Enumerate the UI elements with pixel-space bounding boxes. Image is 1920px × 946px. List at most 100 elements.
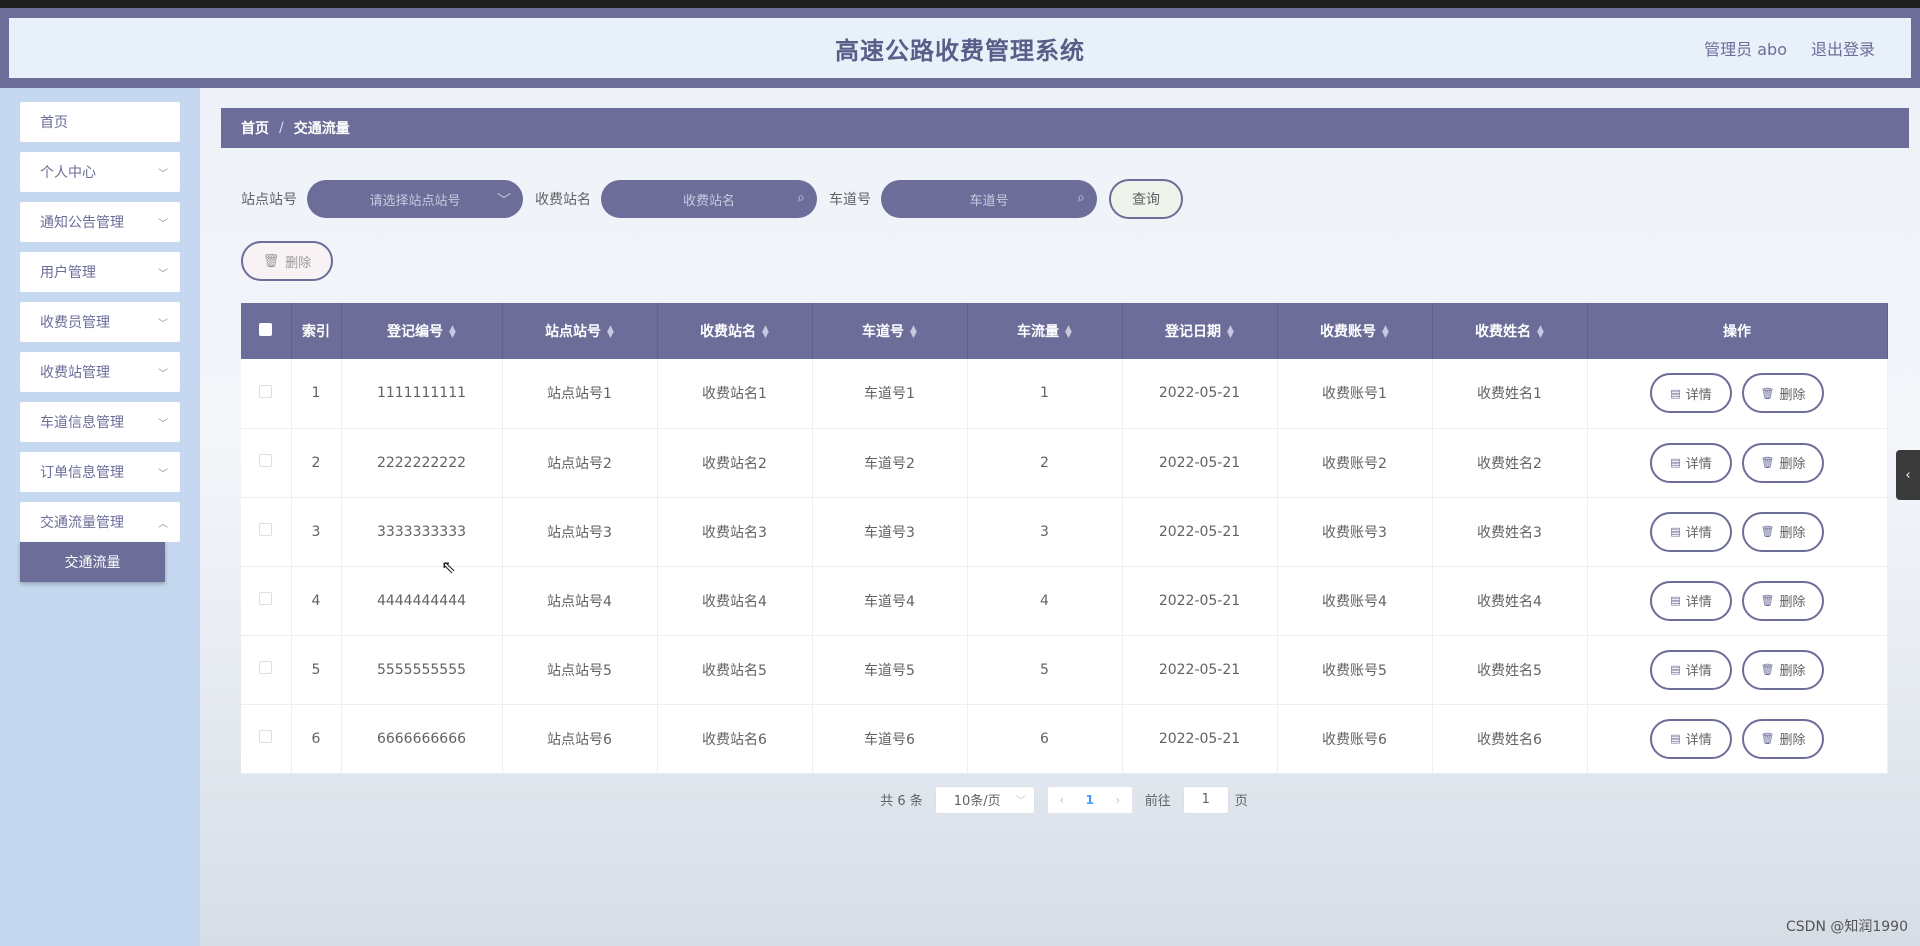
sidebar-item-stations[interactable]: 收费站管理 ﹀ <box>20 352 180 392</box>
lane-input[interactable]: 车道号 ⌕ <box>881 180 1097 218</box>
header-inner: 高速公路收费管理系统 管理员 abo 退出登录 <box>9 18 1911 78</box>
detail-button[interactable]: ▤ 详情 <box>1650 718 1732 759</box>
sidebar-item-profile[interactable]: 个人中心 ﹀ <box>20 152 180 192</box>
side-collapse-tab[interactable]: ‹ <box>1896 450 1920 500</box>
delete-button[interactable]: 🗑 删除 <box>1742 649 1824 690</box>
row-checkbox[interactable] <box>259 661 273 674</box>
sidebar-item-orders[interactable]: 订单信息管理 ﹀ <box>20 452 180 492</box>
cell-index: 2 <box>291 428 342 497</box>
sidebar-subitem-traffic-flow[interactable]: 交通流量 <box>20 542 165 582</box>
row-checkbox[interactable] <box>259 384 273 398</box>
total-count: 共 6 条 <box>880 794 923 809</box>
table-row: 4 4444444444 站点站号4 收费站名4 车道号4 4 2022-05-21 收费账号… <box>241 566 1888 635</box>
breadcrumb: 首页 / 交通流量 <box>221 108 1909 148</box>
column-header[interactable]: 收费姓名 ▲ ▼ <box>1432 303 1588 359</box>
cell-reg-no: 3333333333 <box>341 497 503 566</box>
sidebar-item-label: 收费员管理 <box>40 315 110 331</box>
sidebar-item-label: 个人中心 <box>40 165 96 181</box>
column-header[interactable]: 登记编号 ▲ ▼ <box>341 303 503 359</box>
sort-icon[interactable]: ▲ ▼ <box>762 325 769 340</box>
sort-icon[interactable]: ▲ ▼ <box>1382 325 1389 340</box>
cell-flow: 3 <box>967 497 1123 566</box>
breadcrumb-current: 交通流量 <box>293 121 350 137</box>
table-body: 1 1111111111 站点站号1 收费站名1 车道号1 1 2022-05-21 收费账号… <box>241 359 1888 773</box>
row-checkbox[interactable] <box>259 523 273 536</box>
cell-lane: 车道号1 <box>812 359 968 428</box>
detail-button[interactable]: ▤ 详情 <box>1650 649 1732 690</box>
row-checkbox-cell[interactable] <box>241 428 292 497</box>
delete-label: 删除 <box>1779 526 1806 541</box>
query-button[interactable]: 查询 <box>1109 179 1183 219</box>
bulk-delete-button[interactable]: 🗑 删除 <box>241 241 333 281</box>
sort-icon[interactable]: ▲ ▼ <box>1065 325 1072 340</box>
traffic-flow-table: 索引 登记编号 ▲ ▼ 站点站号 ▲ ▼ 收费站名 ▲ ▼ 车道号 ▲ ▼ 车流量 ▲ ▼ 登记日期… <box>241 303 1888 774</box>
cell-flow: 4 <box>967 566 1123 635</box>
detail-button[interactable]: ▤ 详情 <box>1650 442 1732 483</box>
goto-page-input[interactable]: 1 <box>1182 785 1229 814</box>
chevron-down-icon: ﹀ <box>158 168 168 180</box>
sidebar-item-users[interactable]: 用户管理 ﹀ <box>20 252 180 292</box>
station-no-select[interactable]: 请选择站点站号 ﹀ <box>307 180 523 218</box>
row-checkbox[interactable] <box>259 592 273 605</box>
detail-button[interactable]: ▤ 详情 <box>1650 373 1732 414</box>
sort-icon[interactable]: ▲ ▼ <box>449 325 456 340</box>
row-checkbox-cell[interactable] <box>241 635 292 704</box>
delete-label: 删除 <box>1779 457 1806 472</box>
cell-index: 6 <box>291 704 342 773</box>
page-number[interactable]: 1 <box>1076 793 1104 807</box>
sidebar-item-home[interactable]: 首页 <box>20 102 180 142</box>
sort-icon[interactable]: ▲ ▼ <box>1227 325 1234 340</box>
sidebar-item-collectors[interactable]: 收费员管理 ﹀ <box>20 302 180 342</box>
sidebar-item-traffic[interactable]: 交通流量管理 ︿ <box>20 502 180 542</box>
column-header[interactable]: 收费站名 ▲ ▼ <box>657 303 813 359</box>
delete-button[interactable]: 🗑 删除 <box>1742 718 1824 759</box>
delete-button[interactable]: 🗑 删除 <box>1742 373 1824 414</box>
cell-account: 收费账号1 <box>1277 359 1433 428</box>
sort-icon[interactable]: ▲ ▼ <box>1537 325 1544 340</box>
column-header[interactable]: 登记日期 ▲ ▼ <box>1122 303 1278 359</box>
row-checkbox[interactable] <box>259 730 273 743</box>
station-name-placeholder: 收费站名 <box>682 193 735 209</box>
row-actions: ▤ 详情 🗑 删除 <box>1587 635 1888 704</box>
sidebar-item-lanes[interactable]: 车道信息管理 ﹀ <box>20 402 180 442</box>
delete-button[interactable]: 🗑 删除 <box>1742 580 1824 621</box>
cell-lane: 车道号3 <box>812 497 968 566</box>
sort-icon[interactable]: ▲ ▼ <box>910 325 917 340</box>
column-header[interactable]: 收费账号 ▲ ▼ <box>1277 303 1433 359</box>
delete-button[interactable]: 🗑 删除 <box>1742 442 1824 483</box>
table-row: 2 2222222222 站点站号2 收费站名2 车道号2 2 2022-05-21 收费账号… <box>241 428 1888 497</box>
select-all-header[interactable] <box>241 303 292 359</box>
station-name-input[interactable]: 收费站名 ⌕ <box>601 180 817 218</box>
delete-button[interactable]: 🗑 删除 <box>1742 511 1824 552</box>
select-all-checkbox[interactable] <box>259 322 273 336</box>
sort-icon[interactable]: ▲ ▼ <box>607 325 614 340</box>
detail-button[interactable]: ▤ 详情 <box>1650 580 1732 621</box>
detail-button[interactable]: ▤ 详情 <box>1650 511 1732 552</box>
prev-page-icon[interactable]: ‹ <box>1048 793 1076 807</box>
breadcrumb-home[interactable]: 首页 <box>241 118 269 138</box>
row-checkbox-cell[interactable] <box>241 566 292 635</box>
cell-station-no: 站点站号6 <box>502 704 658 773</box>
sidebar-item-notice[interactable]: 通知公告管理 ﹀ <box>20 202 180 242</box>
logout-link[interactable]: 退出登录 <box>1811 36 1875 60</box>
row-actions: ▤ 详情 🗑 删除 <box>1587 359 1888 428</box>
cell-name: 收费姓名5 <box>1432 635 1588 704</box>
row-checkbox-cell[interactable] <box>241 497 292 566</box>
row-checkbox-cell[interactable] <box>241 359 292 428</box>
chevron-up-icon: ︿ <box>158 518 168 530</box>
table-row: 6 6666666666 站点站号6 收费站名6 车道号6 6 2022-05-21 收费账号… <box>241 704 1888 773</box>
column-header[interactable]: 车流量 ▲ ▼ <box>967 303 1123 359</box>
row-checkbox[interactable] <box>259 454 273 467</box>
row-checkbox-cell[interactable] <box>241 704 292 773</box>
column-header[interactable]: 站点站号 ▲ ▼ <box>502 303 658 359</box>
cell-index: 3 <box>291 497 342 566</box>
cell-reg-no: 2222222222 <box>341 428 503 497</box>
column-header-label: 收费姓名 <box>1475 324 1532 340</box>
station-no-placeholder: 请选择站点站号 <box>369 193 461 209</box>
next-page-icon[interactable]: › <box>1104 793 1132 807</box>
page-size-select[interactable]: 10条/页 ﹀ <box>934 785 1035 814</box>
chevron-down-icon: ﹀ <box>158 468 168 480</box>
row-actions: ▤ 详情 🗑 删除 <box>1587 428 1888 497</box>
station-no-label: 站点站号 <box>241 192 297 208</box>
column-header[interactable]: 车道号 ▲ ▼ <box>812 303 968 359</box>
